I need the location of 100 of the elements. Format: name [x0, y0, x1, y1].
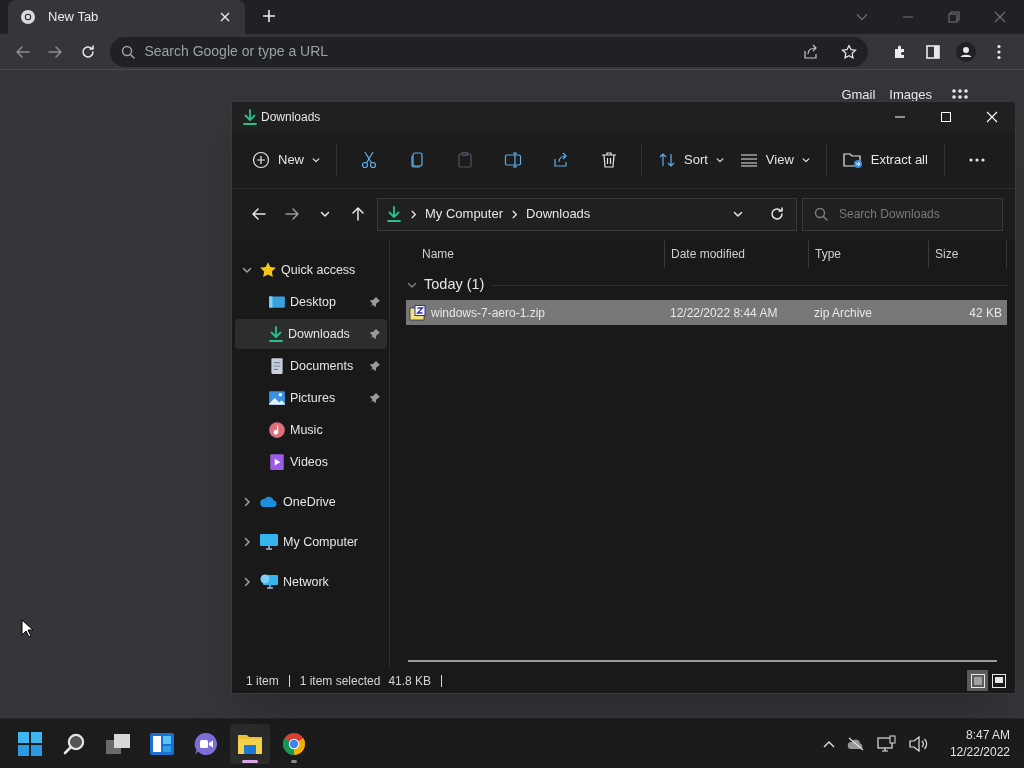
- status-text: 1 item: [246, 672, 279, 690]
- new-button[interactable]: New: [244, 142, 328, 178]
- chevron-right-icon: [242, 577, 252, 587]
- column-header[interactable]: Size: [928, 240, 1007, 268]
- nav-item[interactable]: Music: [235, 415, 387, 445]
- nav-item[interactable]: OneDrive: [235, 487, 387, 517]
- folder-extract-icon: [842, 151, 863, 169]
- share-icon: [552, 151, 570, 169]
- restore-icon: [948, 11, 960, 23]
- music-icon: [268, 421, 286, 439]
- table-cell-text: 12/22/2022 8:44 AM: [669, 304, 779, 322]
- nav-item[interactable]: Quick access: [235, 255, 387, 285]
- chevron-down-icon: [320, 209, 330, 219]
- computer-icon: [259, 533, 279, 551]
- rename-icon: [504, 151, 522, 169]
- chevron-down-icon: [407, 280, 417, 290]
- horizontal-scrollbar[interactable]: [408, 660, 997, 662]
- group-header: Today (1): [424, 275, 485, 295]
- nav-item[interactable]: Network: [235, 567, 387, 597]
- group-toggle[interactable]: [406, 280, 418, 290]
- browser-tab[interactable]: New Tab: [8, 0, 245, 34]
- running-indicator: [291, 759, 297, 763]
- file-explorer-button[interactable]: [230, 723, 270, 764]
- trash-icon: [600, 151, 618, 169]
- search-icon: [62, 731, 86, 756]
- nav-item[interactable]: Pictures: [235, 383, 387, 413]
- extract-all-button[interactable]: Extract all: [834, 142, 936, 178]
- search-field[interactable]: Search Downloads: [802, 197, 1003, 231]
- download-icon: [268, 326, 284, 342]
- wired-network-icon: [876, 734, 897, 753]
- address-bar[interactable]: My Computer Downloads: [377, 197, 797, 231]
- details-list-icon: [970, 673, 985, 688]
- clipboard-icon: [456, 151, 474, 169]
- pin-icon: [369, 296, 381, 308]
- close-icon: [986, 111, 998, 123]
- column-header[interactable]: Type: [808, 240, 928, 268]
- chevron-right-icon: [510, 209, 520, 219]
- page-link[interactable]: Gmail: [841, 88, 876, 102]
- clock-date: 12/22/2022: [949, 743, 1010, 761]
- profile-button[interactable]: [955, 40, 977, 63]
- breadcrumb-item[interactable]: My Computer: [425, 204, 504, 224]
- clock-time: 8:47 AM: [965, 726, 1010, 744]
- maximize-icon: [941, 112, 951, 122]
- up-arrow-icon: [350, 206, 366, 222]
- forward-arrow-icon: [47, 43, 64, 60]
- folder-icon: [237, 732, 263, 755]
- chrome-logo-icon: [20, 9, 36, 25]
- new-tab-button[interactable]: [261, 8, 277, 24]
- share-icon: [803, 43, 819, 60]
- desktop-icon: [268, 293, 286, 311]
- view-button[interactable]: View: [731, 142, 818, 178]
- chevron-down-icon: [856, 11, 868, 23]
- star-outline-icon: [841, 43, 857, 60]
- column-header[interactable]: Date modified: [664, 240, 808, 268]
- apps-button[interactable]: [952, 89, 968, 101]
- widgets-icon: [150, 732, 174, 755]
- plus-circle-icon: [252, 151, 270, 169]
- chevron-up-icon: [822, 739, 835, 748]
- caret-icon: [801, 156, 810, 164]
- chevron-right-icon: [409, 209, 418, 219]
- apps-grid-icon: [952, 89, 968, 101]
- more-dots-icon: [967, 157, 986, 163]
- search-icon: [120, 43, 137, 60]
- clock-button[interactable]: 8:47 AM 12/22/2022: [949, 726, 1010, 761]
- chevron-down-icon: [733, 209, 743, 219]
- address-bar[interactable]: Search Google or type a URL: [110, 36, 868, 67]
- search-input[interactable]: Search Downloads: [839, 205, 1002, 223]
- column-header[interactable]: Name: [406, 240, 664, 268]
- pin-icon: [369, 392, 381, 404]
- back-arrow-icon: [14, 43, 31, 60]
- windows-logo-icon: [18, 731, 42, 756]
- nav-item[interactable]: Desktop: [235, 287, 387, 317]
- task-view-icon: [106, 732, 130, 755]
- table-cell-text: zip Archive: [813, 304, 874, 322]
- copy-icon: [408, 151, 426, 169]
- network-icon: [259, 573, 279, 591]
- caret-icon: [715, 156, 724, 164]
- nav-item[interactable]: Downloads: [235, 319, 387, 349]
- menu-dots-icon: [997, 43, 1001, 60]
- pin-icon: [369, 328, 381, 340]
- nav-item[interactable]: Documents: [235, 351, 387, 381]
- chrome-logo-icon: [282, 731, 306, 756]
- video-chat-icon: [194, 731, 218, 756]
- plus-icon: [262, 9, 276, 23]
- caret-icon: [312, 156, 320, 164]
- mouse-pointer-icon: [21, 619, 33, 638]
- details-view-button[interactable]: [967, 670, 988, 691]
- close-icon: [994, 11, 1006, 23]
- nav-item[interactable]: Videos: [235, 447, 387, 477]
- person-icon: [956, 41, 976, 62]
- chevron-right-icon: [242, 497, 252, 507]
- side-panel-icon: [925, 43, 941, 60]
- file-row[interactable]: windows-7-aero-1.zip 12/22/2022 8:44 AM zip Archive 42 KB: [406, 300, 1007, 325]
- sort-button[interactable]: Sort: [650, 142, 732, 178]
- page-link[interactable]: Images: [889, 88, 932, 102]
- nav-item[interactable]: My Computer: [235, 527, 387, 557]
- cloud-offline-icon: [846, 736, 865, 751]
- status-text: 1 item selected: [299, 672, 381, 690]
- breadcrumb-item[interactable]: Downloads: [526, 204, 591, 224]
- sort-icon: [658, 151, 676, 169]
